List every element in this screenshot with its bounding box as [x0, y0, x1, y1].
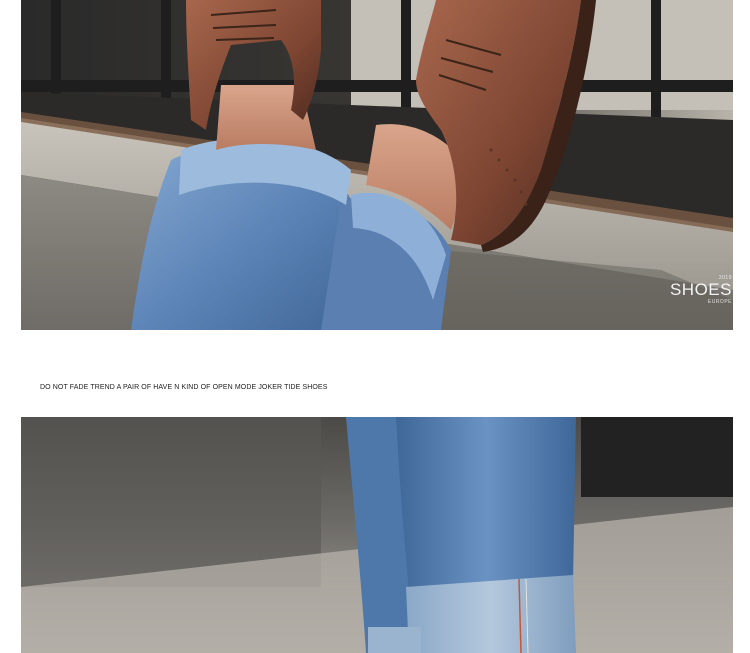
rolled-jeans-image [21, 417, 733, 653]
top-product-photo [21, 0, 733, 330]
watermark-small-bottom: EUROPE [707, 299, 732, 305]
watermark-small-top: 2019 [718, 275, 732, 281]
bottom-product-photo [21, 417, 733, 653]
watermark-main-text: SHOES [669, 280, 732, 299]
shoes-on-ledge-image [21, 0, 733, 330]
product-caption: DO NOT FADE TREND A PAIR OF HAVE N KIND … [40, 384, 328, 391]
shoes-watermark: 2019 SHOES EUROPE [670, 276, 732, 305]
